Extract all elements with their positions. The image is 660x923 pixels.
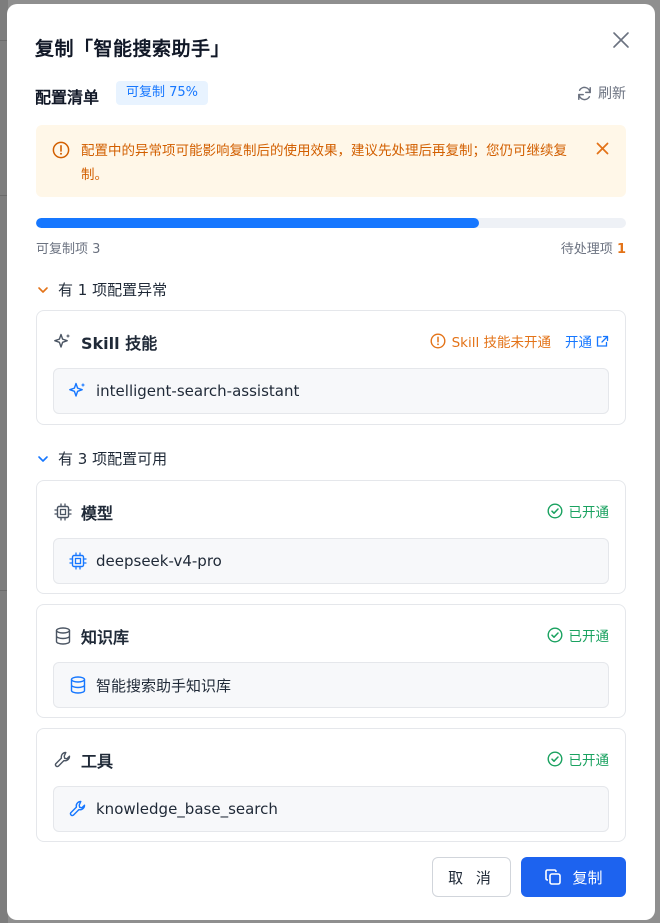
wrench-icon	[53, 750, 73, 770]
pending-number: 1	[616, 242, 626, 257]
card-header: 知识库	[53, 624, 129, 648]
copyable-percent-badge: 可复制 75%	[116, 81, 209, 105]
copy-label: 复制	[572, 868, 603, 887]
config-item: deepseek-v4-pro	[53, 538, 609, 584]
group-label: 有 1 项配置异常	[58, 281, 168, 299]
config-item: knowledge_base_search	[53, 786, 609, 832]
card-title: Skill 技能	[81, 334, 158, 353]
config-card-model: 模型 已开通 deepseek-v4-pro	[36, 480, 626, 594]
chevron-down-icon	[36, 452, 50, 466]
dialog-title: 复制「智能搜索助手」	[35, 38, 231, 60]
warning-circle-icon	[430, 333, 446, 349]
close-icon[interactable]	[611, 30, 631, 50]
refresh-label: 刷新	[598, 86, 626, 102]
refresh-icon	[576, 85, 593, 102]
card-header: 工具	[53, 748, 113, 772]
config-list-title: 配置清单	[35, 88, 100, 107]
open-link[interactable]: 开通	[565, 331, 609, 351]
warning-alert: 配置中的异常项可能影响复制后的使用效果，建议先处理后再复制；您仍可继续复制。	[36, 125, 626, 197]
config-item-name: 智能搜索助手知识库	[96, 676, 232, 695]
status-text: 已开通	[568, 629, 610, 645]
group-abnormal-toggle[interactable]: 有 1 项配置异常	[36, 279, 167, 300]
config-card-tool: 工具 已开通 knowledge_base_search	[36, 728, 626, 842]
card-title: 模型	[81, 504, 114, 523]
group-available-toggle[interactable]: 有 3 项配置可用	[36, 448, 167, 469]
external-link-icon	[596, 335, 609, 348]
config-list-header: 配置清单 可复制 75% 刷新	[35, 81, 626, 107]
card-title: 知识库	[81, 628, 130, 647]
group-label: 有 3 项配置可用	[58, 450, 168, 468]
status-text: 已开通	[568, 505, 610, 521]
progress-fill	[36, 218, 479, 228]
copyable-count: 可复制项 3	[36, 242, 101, 257]
card-header: 模型	[53, 500, 113, 524]
check-circle-icon	[546, 751, 563, 767]
copy-button[interactable]: 复制	[521, 857, 626, 897]
copy-icon	[544, 868, 562, 886]
wrench-icon	[68, 799, 88, 819]
check-circle-icon	[546, 627, 563, 643]
config-item-name: deepseek-v4-pro	[96, 552, 222, 570]
card-status: 已开通	[546, 749, 610, 769]
open-label: 开通	[565, 335, 592, 351]
config-card-skill: Skill 技能 Skill 技能未开通 开通 intelligent-sear…	[36, 310, 626, 425]
pending-label: 待处理项	[560, 242, 613, 257]
status-text: Skill 技能未开通	[451, 335, 551, 351]
copy-progress-bar	[36, 218, 626, 228]
config-item-name: intelligent-search-assistant	[96, 382, 300, 400]
pending-count: 待处理项 1	[561, 238, 626, 257]
sparkle-icon	[68, 381, 88, 401]
refresh-button[interactable]: 刷新	[576, 83, 626, 103]
copy-dialog: 复制「智能搜索助手」 配置清单 可复制 75% 刷新 配置中的异常项可能影响复制…	[7, 4, 655, 920]
chevron-down-icon	[36, 283, 50, 297]
chip-icon	[68, 551, 88, 571]
chip-icon	[53, 502, 73, 522]
config-item: intelligent-search-assistant	[53, 368, 609, 414]
config-item: 智能搜索助手知识库	[53, 662, 609, 708]
sparkle-icon	[53, 332, 73, 352]
warning-text: 配置中的异常项可能影响复制后的使用效果，建议先处理后再复制；您仍可继续复制。	[81, 143, 567, 183]
warning-circle-icon	[52, 141, 70, 159]
database-icon	[53, 626, 73, 646]
card-title: 工具	[81, 752, 114, 771]
config-item-name: knowledge_base_search	[96, 800, 278, 818]
card-status: 已开通	[546, 501, 610, 521]
card-status: Skill 技能未开通 开通	[430, 331, 609, 351]
check-circle-icon	[546, 503, 563, 519]
card-header: Skill 技能	[53, 330, 157, 354]
database-icon	[68, 675, 88, 695]
warning-close-icon[interactable]	[596, 142, 609, 155]
config-card-knowledge-base: 知识库 已开通 智能搜索助手知识库	[36, 604, 626, 718]
status-text: 已开通	[568, 753, 610, 769]
card-status: 已开通	[546, 625, 610, 645]
cancel-button[interactable]: 取 消	[432, 857, 511, 897]
